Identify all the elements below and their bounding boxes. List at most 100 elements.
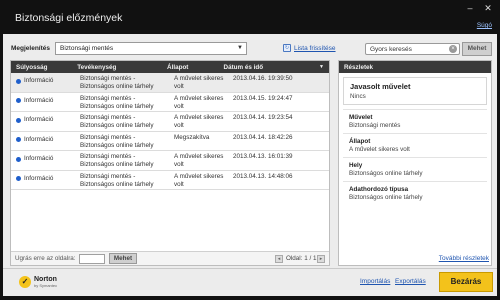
- severity-cell: Információ: [11, 95, 75, 105]
- severity-cell: Információ: [11, 114, 75, 124]
- table-header: Súlyosság Tevékenység Állapot Dátum és i…: [11, 61, 329, 73]
- severity-text: Információ: [24, 155, 54, 162]
- column-header-datetime[interactable]: Dátum és idő: [219, 64, 315, 71]
- quick-search-input[interactable]: Gyors keresés ×: [365, 43, 460, 55]
- window-title: Biztonsági előzmények: [15, 12, 123, 24]
- detail-label: Művelet: [349, 114, 373, 121]
- export-link[interactable]: Exportálás: [395, 278, 426, 285]
- table-row[interactable]: Információ Biztonsági mentés - Biztonságo…: [11, 132, 329, 151]
- activity-cell: Biztonsági mentés - Biztonságos online t…: [80, 114, 154, 129]
- status-cell: A művelet sikeres volt: [174, 172, 224, 188]
- clear-search-icon[interactable]: ×: [449, 45, 457, 53]
- detail-value: Biztonságos online tárhely: [349, 170, 423, 177]
- recommended-action-value: Nincs: [350, 93, 366, 100]
- datetime-cell: 2013.04.15. 19:24:47: [233, 94, 293, 102]
- search-go-button[interactable]: Mehet: [462, 42, 492, 56]
- datetime-cell: 2013.04.13. 16:01:39: [233, 153, 293, 160]
- goto-page-label: Ugrás erre az oldalra:: [15, 255, 76, 262]
- goto-page-input[interactable]: [79, 254, 105, 264]
- column-header-severity[interactable]: Súlyosság: [11, 64, 72, 71]
- severity-cell: Információ: [11, 153, 75, 163]
- next-page-icon[interactable]: ▸: [317, 255, 325, 263]
- brand-name: Norton: [34, 275, 57, 283]
- detail-value: A művelet sikeres volt: [349, 146, 410, 153]
- datetime-cell: 2013.04.14. 18:42:26: [233, 133, 293, 141]
- footer: ✓ Norton by Symantec Importálás Exportál…: [3, 268, 497, 296]
- main-content: Megjelenítés Biztonsági mentés ▼ ↻ Lista…: [3, 34, 497, 296]
- severity-text: Információ: [24, 135, 54, 143]
- table-body: Információ Biztonsági mentés - Biztonságo…: [11, 73, 329, 190]
- history-table: Súlyosság Tevékenység Állapot Dátum és i…: [10, 60, 330, 266]
- page-info: Oldal: 1 / 1: [286, 255, 317, 262]
- activity-cell: Biztonsági mentés - Biztonságos online t…: [80, 133, 154, 149]
- status-cell: Megszakítva: [174, 133, 210, 141]
- severity-text: Információ: [24, 174, 54, 182]
- status-cell: A művelet sikeres volt: [174, 114, 224, 129]
- info-dot-icon: [16, 137, 21, 142]
- info-dot-icon: [16, 117, 21, 123]
- detail-label: Hely: [349, 162, 363, 169]
- activity-cell: Biztonsági mentés - Biztonságos online t…: [80, 75, 154, 90]
- filter-selected-value: Biztonsági mentés: [60, 45, 114, 52]
- import-link[interactable]: Importálás: [360, 278, 390, 285]
- details-panel: Részletek Javasolt művelet Nincs Művelet…: [338, 60, 492, 266]
- datetime-cell: 2013.04.16. 19:39:50: [233, 75, 293, 82]
- recommended-action-title: Javasolt művelet: [350, 82, 411, 91]
- table-row[interactable]: Információ Biztonsági mentés - Biztonságo…: [11, 171, 329, 190]
- activity-cell: Biztonsági mentés - Biztonságos online t…: [80, 94, 154, 110]
- sort-desc-icon[interactable]: ▼: [314, 64, 329, 70]
- refresh-icon: ↻: [283, 44, 291, 52]
- severity-text: Információ: [24, 116, 54, 123]
- table-row[interactable]: Információ Biztonsági mentés - Biztonságo…: [11, 112, 329, 132]
- info-dot-icon: [16, 98, 21, 103]
- detail-status: Állapot A művelet sikeres volt: [343, 133, 487, 157]
- refresh-list[interactable]: ↻ Lista frissítése: [283, 44, 336, 52]
- goto-page-button[interactable]: Mehet: [109, 253, 137, 264]
- details-header: Részletek: [339, 61, 491, 73]
- info-dot-icon: [16, 176, 21, 181]
- table-row[interactable]: Információ Biztonsági mentés - Biztonságo…: [11, 151, 329, 171]
- checkmark-icon: ✓: [19, 276, 31, 288]
- close-window-button[interactable]: ✕: [482, 3, 494, 14]
- info-dot-icon: [16, 78, 21, 84]
- detail-value: Biztonsági mentés: [349, 122, 401, 129]
- detail-operation: Művelet Biztonsági mentés: [343, 109, 487, 133]
- brand-subtitle: by Symantec: [34, 282, 58, 288]
- column-header-activity[interactable]: Tevékenység: [72, 64, 162, 71]
- detail-location: Hely Biztonságos online tárhely: [343, 157, 487, 181]
- column-header-status[interactable]: Állapot: [162, 64, 218, 71]
- more-details-link[interactable]: További részletek: [439, 255, 489, 262]
- info-dot-icon: [16, 156, 21, 162]
- detail-media-type: Adathordozó típusa Biztonságos online tá…: [343, 181, 487, 205]
- minimize-button[interactable]: –: [464, 3, 476, 14]
- activity-cell: Biztonsági mentés - Biztonságos online t…: [80, 153, 154, 168]
- detail-label: Állapot: [349, 138, 371, 145]
- severity-text: Információ: [24, 96, 54, 104]
- recommended-action-box: Javasolt művelet Nincs: [343, 77, 487, 105]
- prev-page-icon[interactable]: ◂: [275, 255, 283, 263]
- norton-logo: ✓ Norton by Symantec: [19, 276, 57, 288]
- severity-cell: Információ: [11, 75, 75, 85]
- activity-cell: Biztonsági mentés - Biztonságos online t…: [80, 172, 154, 188]
- search-placeholder: Gyors keresés: [370, 46, 412, 53]
- pager: Ugrás erre az oldalra: Mehet ◂ Oldal: 1 …: [11, 251, 329, 265]
- help-link[interactable]: Súgó: [477, 22, 492, 29]
- close-button[interactable]: Bezárás: [439, 272, 493, 292]
- detail-value: Biztonságos online tárhely: [349, 194, 423, 201]
- refresh-list-link[interactable]: Lista frissítése: [294, 45, 336, 52]
- table-row[interactable]: Információ Biztonsági mentés - Biztonságo…: [11, 93, 329, 112]
- status-cell: A művelet sikeres volt: [174, 153, 224, 168]
- filter-label: Megjelenítés: [11, 45, 51, 52]
- filter-dropdown[interactable]: Biztonsági mentés ▼: [55, 42, 247, 55]
- severity-cell: Információ: [11, 134, 75, 144]
- chevron-down-icon: ▼: [237, 45, 243, 51]
- status-cell: A művelet sikeres volt: [174, 75, 224, 90]
- datetime-cell: 2013.04.14. 19:23:54: [233, 114, 293, 121]
- severity-cell: Információ: [11, 173, 75, 183]
- detail-label: Adathordozó típusa: [349, 186, 409, 193]
- status-cell: A művelet sikeres volt: [174, 94, 224, 110]
- window-controls: – ✕: [464, 3, 494, 14]
- severity-text: Információ: [24, 77, 54, 84]
- table-row[interactable]: Információ Biztonsági mentés - Biztonságo…: [11, 73, 329, 93]
- title-bar: Biztonsági előzmények – ✕ Súgó: [0, 0, 500, 32]
